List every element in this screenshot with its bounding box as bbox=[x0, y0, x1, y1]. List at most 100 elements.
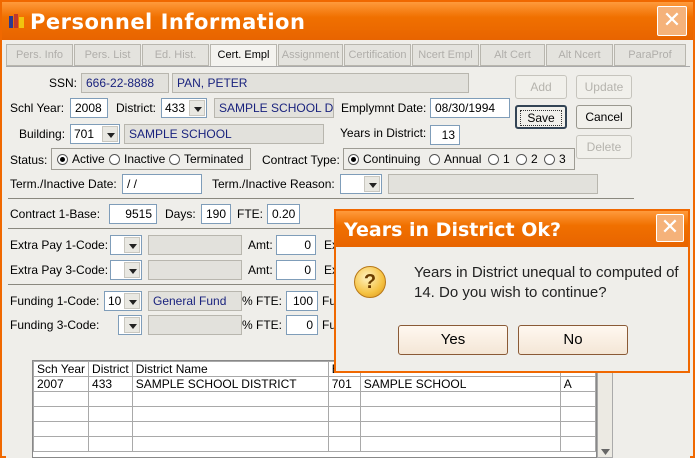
tab-pers-info[interactable]: Pers. Info bbox=[6, 44, 73, 66]
dialog-close-button[interactable]: ✕ bbox=[656, 214, 684, 242]
extra-pay1-desc-field[interactable] bbox=[148, 235, 242, 255]
contract-continuing-radio[interactable]: Continuing bbox=[348, 152, 420, 166]
contract-1-label: 1 bbox=[503, 152, 510, 166]
chevron-down-icon[interactable] bbox=[102, 126, 118, 142]
years-in-district-field[interactable]: 13 bbox=[430, 125, 460, 145]
schl-year-field[interactable]: 2008 bbox=[70, 98, 108, 118]
funding3-select[interactable] bbox=[118, 315, 142, 335]
status-terminated-radio[interactable]: Terminated bbox=[169, 152, 243, 166]
tab-alt-cert[interactable]: Alt Cert bbox=[480, 44, 545, 66]
building-name-field[interactable]: SAMPLE SCHOOL bbox=[124, 124, 324, 144]
chevron-down-icon[interactable] bbox=[364, 176, 380, 192]
tab-ncert-empl[interactable]: Ncert Empl bbox=[412, 44, 479, 66]
delete-button[interactable]: Delete bbox=[576, 135, 632, 159]
schl-year-label: Schl Year: bbox=[10, 101, 65, 115]
days-field[interactable]: 190 bbox=[201, 204, 231, 224]
contract-3-radio[interactable]: 3 bbox=[544, 152, 566, 166]
amt1-label: Amt: bbox=[248, 238, 273, 252]
table-row[interactable]: 2007 433 SAMPLE SCHOOL DISTRICT 701 SAMP… bbox=[32, 376, 597, 392]
contract-2-label: 2 bbox=[531, 152, 538, 166]
tab-certification[interactable]: Certification bbox=[344, 44, 411, 66]
cell-district-name: SAMPLE SCHOOL DISTRICT bbox=[131, 376, 329, 392]
chevron-down-icon[interactable] bbox=[124, 293, 140, 309]
pct-fte1-label: % FTE: bbox=[242, 294, 283, 308]
yes-button[interactable]: Yes bbox=[398, 325, 508, 355]
term-reason-select[interactable] bbox=[340, 174, 382, 194]
ssn-field[interactable]: 666-22-8888 bbox=[81, 73, 169, 93]
chevron-down-icon[interactable] bbox=[124, 262, 140, 278]
col-header-district-name[interactable]: District Name bbox=[131, 361, 329, 377]
funding1-select[interactable]: 10 bbox=[104, 291, 142, 311]
building-select[interactable]: 701 bbox=[70, 124, 120, 144]
divider bbox=[8, 198, 634, 199]
district-name-field[interactable]: SAMPLE SCHOOL D bbox=[214, 98, 334, 118]
chevron-down-icon[interactable] bbox=[124, 237, 140, 253]
cancel-button[interactable]: Cancel bbox=[576, 105, 632, 129]
contract-type-label: Contract Type: bbox=[262, 153, 340, 167]
window-close-button[interactable]: ✕ bbox=[657, 6, 687, 36]
funding1-name-field[interactable]: General Fund bbox=[148, 291, 242, 311]
scroll-down-icon[interactable] bbox=[601, 449, 610, 455]
fte-field[interactable]: 0.20 bbox=[267, 204, 300, 224]
tab-pers-list[interactable]: Pers. List bbox=[74, 44, 141, 66]
update-button[interactable]: Update bbox=[576, 75, 632, 99]
funding3-label: Funding 3-Code: bbox=[10, 318, 100, 332]
extra-pay3-desc-field[interactable] bbox=[148, 260, 242, 280]
app-icon bbox=[9, 14, 24, 28]
term-reason-desc-field[interactable] bbox=[388, 174, 598, 194]
contract-1-radio[interactable]: 1 bbox=[488, 152, 510, 166]
tab-ed-hist[interactable]: Ed. Hist. bbox=[142, 44, 209, 66]
extra-pay3-select[interactable] bbox=[110, 260, 142, 280]
tab-paraprof[interactable]: ParaProf bbox=[614, 44, 686, 66]
funding3-name-field[interactable] bbox=[148, 315, 242, 335]
status-active-radio[interactable]: Active bbox=[57, 152, 105, 166]
chevron-down-icon[interactable] bbox=[189, 100, 205, 116]
cell-district: 433 bbox=[88, 376, 133, 392]
term-date-field[interactable]: / / bbox=[122, 174, 202, 194]
building-code: 701 bbox=[74, 127, 95, 141]
term-reason-label: Term./Inactive Reason: bbox=[212, 177, 335, 191]
status-active-label: Active bbox=[72, 152, 105, 166]
confirm-dialog: Years in District Ok? ✕ ? Years in Distr… bbox=[334, 209, 690, 373]
contract-annual-radio[interactable]: Annual bbox=[429, 152, 481, 166]
tab-cert-empl[interactable]: Cert. Empl bbox=[210, 44, 277, 67]
save-button-label: Save bbox=[520, 110, 562, 126]
amt1-field[interactable]: 0 bbox=[276, 235, 316, 255]
contract-3-label: 3 bbox=[559, 152, 566, 166]
save-button[interactable]: Save bbox=[515, 105, 567, 129]
table-row[interactable] bbox=[32, 421, 597, 437]
question-icon: ? bbox=[354, 266, 386, 298]
table-row[interactable] bbox=[32, 436, 597, 452]
grid-scrollbar[interactable] bbox=[597, 360, 613, 458]
no-button[interactable]: No bbox=[518, 325, 628, 355]
amt3-label: Amt: bbox=[248, 263, 273, 277]
district-label: District: bbox=[116, 101, 156, 115]
status-terminated-label: Terminated bbox=[184, 152, 244, 166]
funding1-code: 10 bbox=[108, 294, 122, 308]
tab-assignment[interactable]: Assignment bbox=[278, 44, 343, 66]
district-select[interactable]: 433 bbox=[161, 98, 207, 118]
divider bbox=[8, 284, 338, 285]
extra-pay3-label: Extra Pay 3-Code: bbox=[10, 263, 109, 277]
add-button[interactable]: Add bbox=[515, 75, 567, 99]
emp-date-field[interactable]: 08/30/1994 bbox=[430, 98, 510, 118]
col-header-district[interactable]: District bbox=[88, 361, 133, 377]
pct-fte1-field[interactable]: 100 bbox=[286, 291, 318, 311]
col-header-sch-year[interactable]: Sch Year bbox=[32, 361, 90, 377]
dialog-titlebar: Years in District Ok? ✕ bbox=[336, 211, 688, 247]
pct-fte3-field[interactable]: 0 bbox=[286, 315, 318, 335]
contract-2-radio[interactable]: 2 bbox=[516, 152, 538, 166]
extra-pay1-select[interactable] bbox=[110, 235, 142, 255]
tab-alt-ncert[interactable]: Alt Ncert bbox=[546, 44, 613, 66]
table-row[interactable] bbox=[32, 391, 597, 407]
amt3-field[interactable]: 0 bbox=[276, 260, 316, 280]
history-table: Sch Year District District Name B 2007 4… bbox=[32, 361, 597, 452]
district-code: 433 bbox=[165, 101, 186, 115]
employee-name-field[interactable]: PAN, PETER bbox=[172, 73, 469, 93]
status-inactive-radio[interactable]: Inactive bbox=[109, 152, 165, 166]
history-grid[interactable]: Sch Year District District Name B 2007 4… bbox=[32, 360, 597, 458]
contract1-base-field[interactable]: 9515 bbox=[109, 204, 157, 224]
dialog-title: Years in District Ok? bbox=[344, 219, 561, 241]
table-row[interactable] bbox=[32, 406, 597, 422]
chevron-down-icon[interactable] bbox=[124, 317, 140, 333]
